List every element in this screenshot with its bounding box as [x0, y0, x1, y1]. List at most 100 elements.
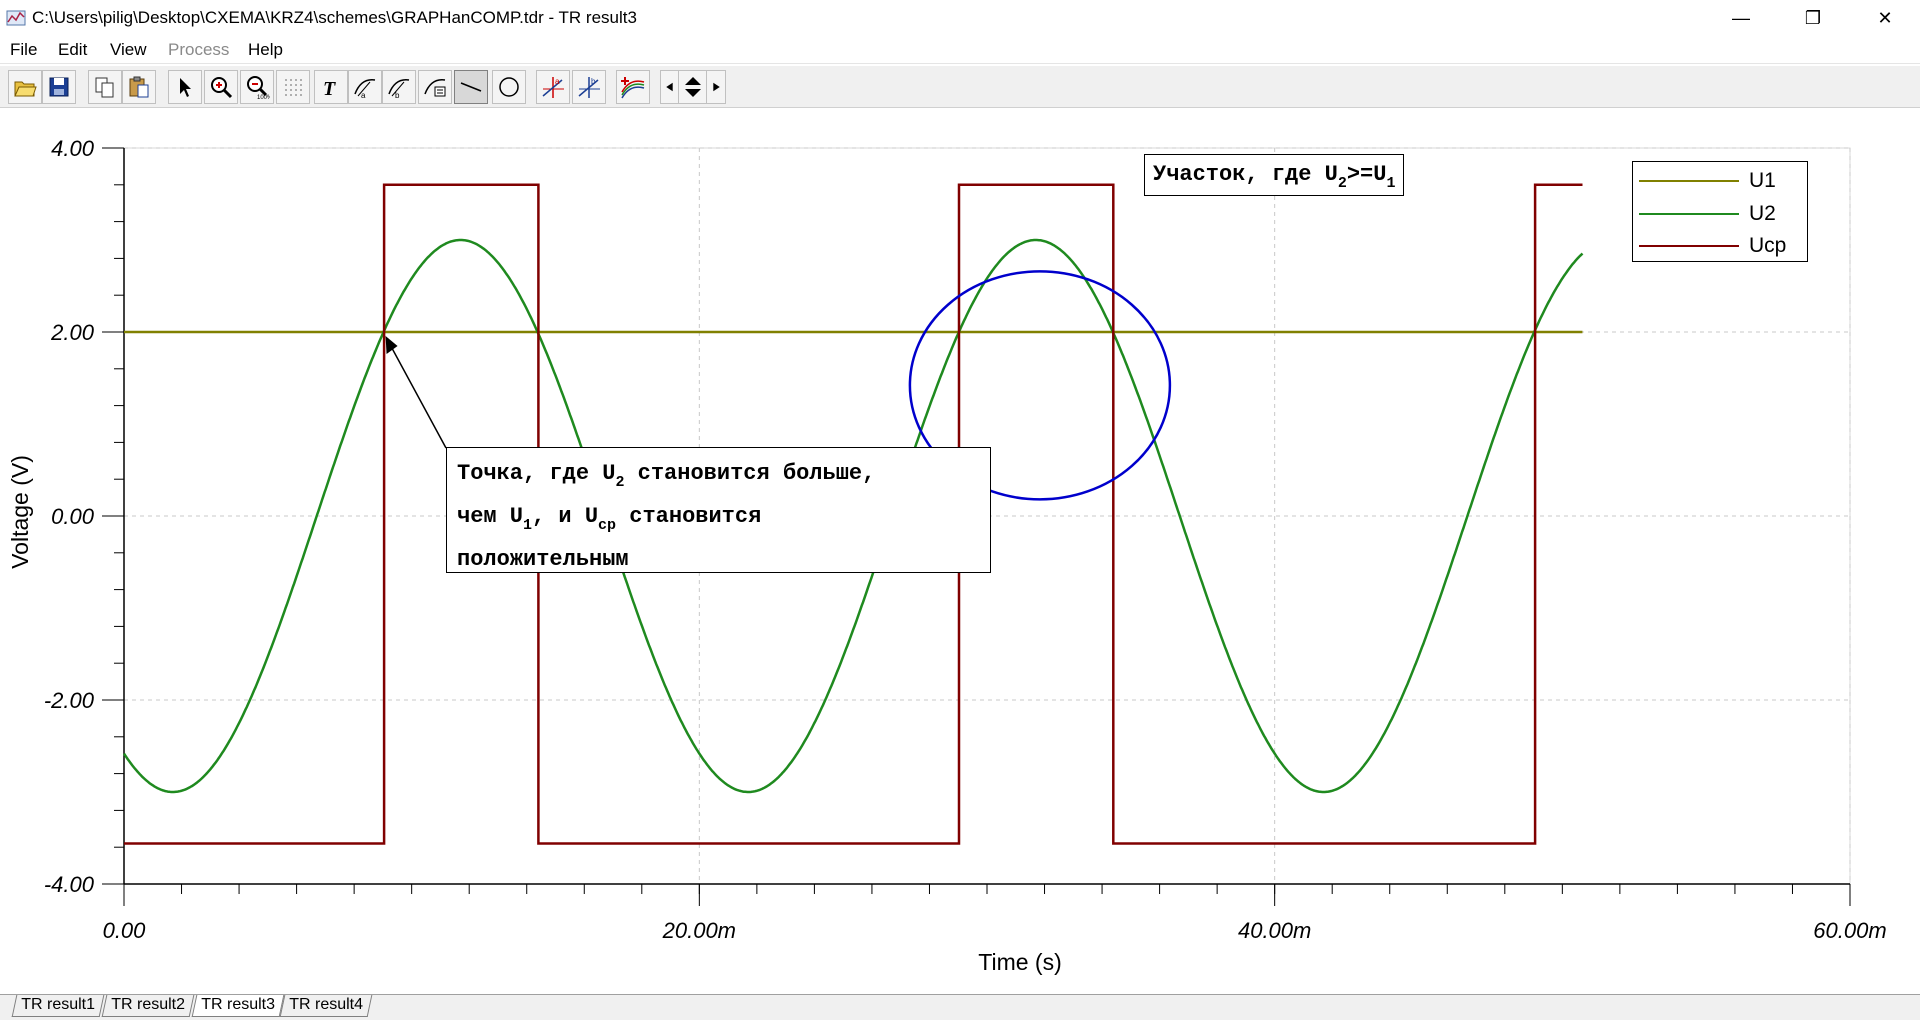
- legend-label-u2: U2: [1749, 201, 1776, 225]
- grid-icon: [285, 79, 302, 96]
- zoom-in-icon: [211, 77, 233, 99]
- svg-text:b: b: [591, 77, 596, 86]
- text-tool-button[interactable]: T: [314, 70, 348, 104]
- copy-icon: [95, 77, 114, 98]
- tab-tr-result3[interactable]: TR result3: [191, 995, 285, 1017]
- x-tick-label: 20.00m: [662, 918, 736, 943]
- open-folder-icon: [14, 81, 37, 97]
- select-button[interactable]: [168, 70, 202, 104]
- scroll-left-button[interactable]: [660, 70, 680, 104]
- tab-tr-result4[interactable]: TR result4: [279, 995, 373, 1017]
- x-axis-label: Time (s): [978, 949, 1061, 975]
- x-tick-label: 0.00: [103, 918, 147, 943]
- title-bar: C:\Users\pilig\Desktop\CXEMA\KRZ4\scheme…: [0, 0, 1920, 36]
- cursor-b-button[interactable]: b: [382, 70, 416, 104]
- annotation-point-line2-b: , и U: [532, 504, 599, 529]
- close-button[interactable]: ✕: [1856, 0, 1914, 36]
- line-tool-icon: [460, 82, 482, 92]
- minimize-button[interactable]: —: [1712, 0, 1770, 36]
- menu-process[interactable]: Process: [168, 40, 229, 60]
- tab-tr-result1[interactable]: TR result1: [11, 995, 105, 1017]
- svg-text:100%: 100%: [257, 95, 270, 100]
- menu-help[interactable]: Help: [248, 40, 283, 60]
- multi-curve-button[interactable]: [616, 70, 650, 104]
- annotation-point-line2-c: становится: [616, 504, 762, 529]
- legend-item-u1: U1: [1639, 164, 1776, 197]
- select-arrow-icon: [180, 78, 191, 97]
- zoom-100-button[interactable]: 100%: [240, 70, 274, 104]
- menu-view[interactable]: View: [110, 40, 147, 60]
- legend-item-u2: U2: [1639, 197, 1776, 230]
- x-tick-label: 40.00m: [1238, 918, 1311, 943]
- scroll-vertical-icon: [685, 77, 701, 97]
- cursor-a-icon: a: [354, 79, 376, 100]
- line-tool-button[interactable]: [454, 70, 488, 104]
- window-title: C:\Users\pilig\Desktop\CXEMA\KRZ4\scheme…: [32, 8, 637, 27]
- annotation-point-line1-a: Точка, где U: [457, 461, 616, 486]
- svg-text:a: a: [555, 77, 560, 86]
- legend-swatch-ucp: [1639, 244, 1739, 247]
- marker-b-button[interactable]: b: [572, 70, 606, 104]
- annotation-region[interactable]: Участок, где U2>=U1: [1144, 154, 1405, 196]
- zoom-100-icon: 100%: [247, 76, 270, 100]
- annotation-point-line2-sub1: 1: [523, 517, 533, 534]
- application-window: C:\Users\pilig\Desktop\CXEMA\KRZ4\scheme…: [0, 0, 1920, 1020]
- cursor-a-button[interactable]: a: [348, 70, 382, 104]
- annotation-point-line2-a: чем U: [457, 504, 524, 529]
- legend: U1 U2 Ucp: [1632, 161, 1808, 262]
- grid-button[interactable]: [276, 70, 310, 104]
- y-axis-label: Voltage (V): [7, 455, 33, 569]
- menu-file[interactable]: File: [10, 40, 37, 60]
- paste-button[interactable]: [122, 70, 156, 104]
- annotation-point-line1-b: становится больше,: [624, 461, 876, 486]
- menu-edit[interactable]: Edit: [58, 40, 87, 60]
- zoom-in-button[interactable]: [204, 70, 238, 104]
- y-tick-label: 0.00: [51, 504, 95, 529]
- marker-a-button[interactable]: a: [536, 70, 570, 104]
- curve-label-icon: [424, 79, 446, 97]
- app-icon: [6, 10, 26, 26]
- scroll-vertical-button[interactable]: [678, 70, 708, 104]
- annotation-point[interactable]: Точка, где U2 становится больше, чем U1,…: [446, 447, 991, 573]
- maximize-button[interactable]: ❐: [1784, 0, 1842, 36]
- legend-item-ucp: Ucp: [1639, 229, 1786, 262]
- svg-text:T: T: [323, 78, 336, 100]
- save-icon: [49, 77, 69, 97]
- tab-bar: TR result1 TR result2 TR result3 TR resu…: [0, 994, 1920, 1020]
- chart-area[interactable]: 4.00 2.00 0.00 -2.00 -4.00 0.00 20.00m 40.00m 60…: [0, 108, 1920, 994]
- annotation-point-line2-sub2: cp: [598, 517, 617, 534]
- annotation-arrowhead: [385, 336, 398, 354]
- menu-bar: File Edit View Process Help: [0, 36, 1920, 64]
- paste-icon: [129, 76, 149, 98]
- x-tick-label: 60.00m: [1813, 918, 1886, 943]
- scroll-right-button[interactable]: [706, 70, 726, 104]
- marker-b-icon: b: [578, 77, 600, 98]
- tab-label: TR result3: [201, 996, 276, 1013]
- svg-text:b: b: [395, 91, 400, 100]
- y-tick-label: 2.00: [50, 320, 95, 345]
- toolbar: 100% T a b a b: [0, 66, 1920, 108]
- tab-label: TR result4: [289, 996, 364, 1013]
- save-button[interactable]: [42, 70, 76, 104]
- text-tool-icon: T: [323, 78, 336, 100]
- annotation-region-text-a: Участок, где U: [1153, 162, 1338, 187]
- open-button[interactable]: [8, 70, 42, 104]
- curve-label-button[interactable]: [418, 70, 452, 104]
- scroll-left-icon: [666, 82, 673, 92]
- annotation-point-line-3: положительным: [457, 547, 629, 572]
- copy-button[interactable]: [88, 70, 122, 104]
- annotation-region-sub-a: 2: [1337, 175, 1347, 192]
- annotation-point-line-2: чем U1, и Ucp становится: [457, 495, 980, 538]
- tab-label: TR result2: [111, 996, 186, 1013]
- annotation-region-sub-b: 1: [1386, 175, 1396, 192]
- tab-tr-result2[interactable]: TR result2: [101, 995, 195, 1017]
- ellipse-tool-button[interactable]: [492, 70, 526, 104]
- marker-a-icon: a: [542, 77, 564, 98]
- tab-label: TR result1: [21, 996, 96, 1013]
- y-tick-label: -4.00: [44, 872, 95, 897]
- annotation-region-text-b: >=U: [1346, 162, 1387, 187]
- legend-label-u1: U1: [1749, 168, 1776, 192]
- annotation-point-line-1: Точка, где U2 становится больше,: [457, 452, 980, 495]
- legend-swatch-u2: [1639, 212, 1739, 215]
- ellipse-tool-icon: [499, 77, 519, 97]
